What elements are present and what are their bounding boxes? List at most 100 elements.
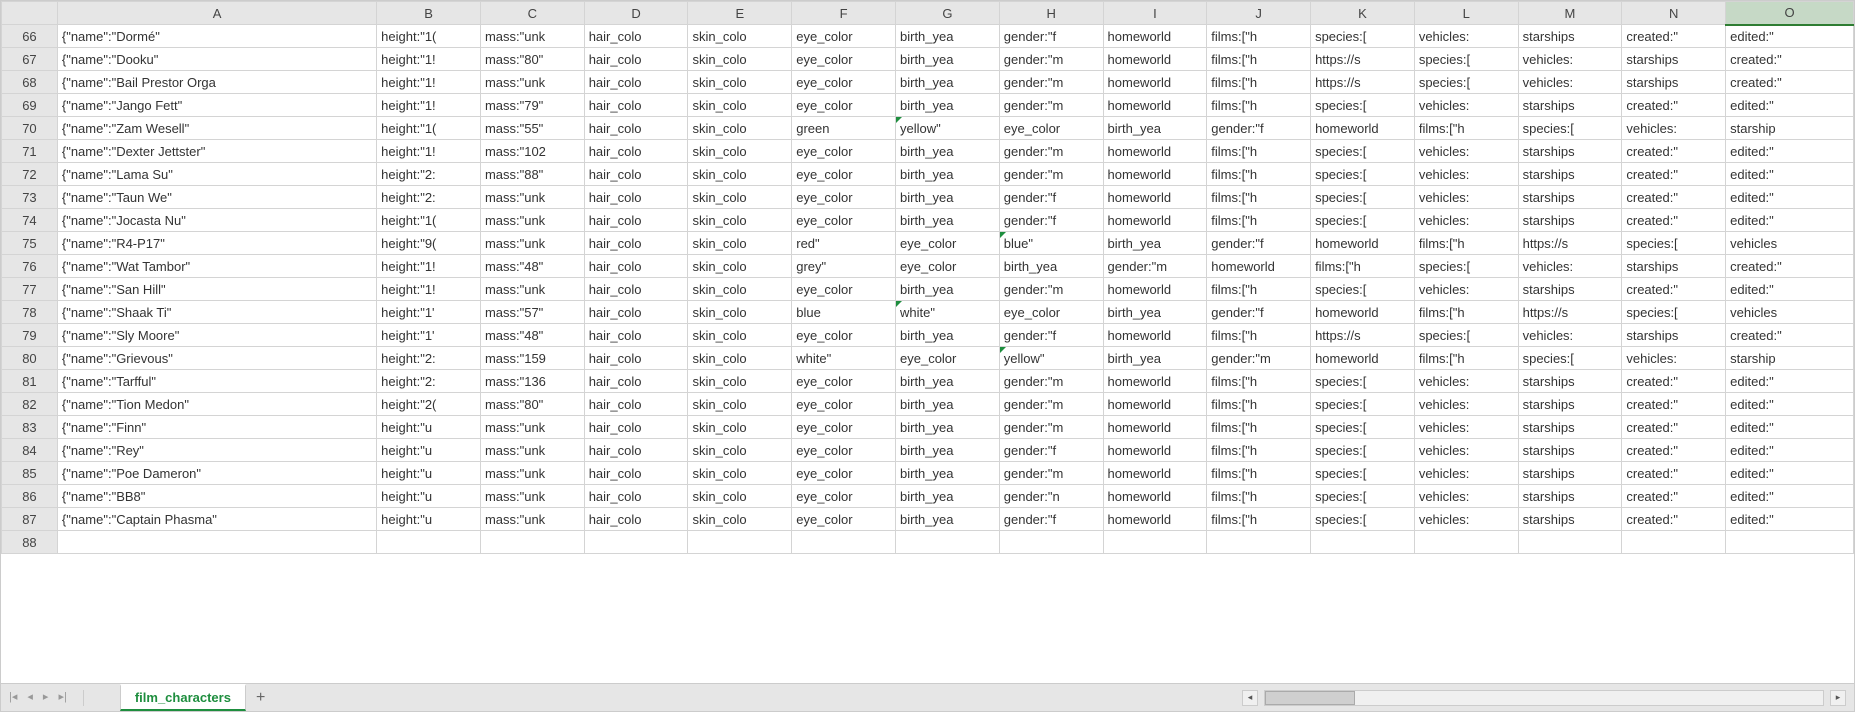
cell-A72[interactable]: {"name":"Lama Su" <box>57 163 376 186</box>
cell-D83[interactable]: hair_colo <box>584 416 688 439</box>
cell-B70[interactable]: height:"1( <box>377 117 481 140</box>
cell-D82[interactable]: hair_colo <box>584 393 688 416</box>
cell-H71[interactable]: gender:"m <box>999 140 1103 163</box>
col-header-G[interactable]: G <box>896 2 1000 25</box>
sheet-nav-first-icon[interactable]: |◂ <box>9 690 17 706</box>
cell-K83[interactable]: species:[ <box>1311 416 1415 439</box>
cell-G86[interactable]: birth_yea <box>896 485 1000 508</box>
cell-E75[interactable]: skin_colo <box>688 232 792 255</box>
cell-J78[interactable]: gender:"f <box>1207 301 1311 324</box>
cell-M88[interactable] <box>1518 531 1622 554</box>
row-header[interactable]: 74 <box>2 209 58 232</box>
cell-N88[interactable] <box>1622 531 1726 554</box>
cell-L73[interactable]: vehicles: <box>1414 186 1518 209</box>
cell-O68[interactable]: created:" <box>1726 71 1854 94</box>
cell-I72[interactable]: homeworld <box>1103 163 1207 186</box>
cell-O74[interactable]: edited:" <box>1726 209 1854 232</box>
cell-N80[interactable]: vehicles: <box>1622 347 1726 370</box>
cell-O87[interactable]: edited:" <box>1726 508 1854 531</box>
cell-E73[interactable]: skin_colo <box>688 186 792 209</box>
cell-B74[interactable]: height:"1( <box>377 209 481 232</box>
cell-L86[interactable]: vehicles: <box>1414 485 1518 508</box>
cell-C74[interactable]: mass:"unk <box>480 209 584 232</box>
cell-C83[interactable]: mass:"unk <box>480 416 584 439</box>
cell-G87[interactable]: birth_yea <box>896 508 1000 531</box>
cell-D69[interactable]: hair_colo <box>584 94 688 117</box>
cell-M85[interactable]: starships <box>1518 462 1622 485</box>
cell-G74[interactable]: birth_yea <box>896 209 1000 232</box>
cell-G71[interactable]: birth_yea <box>896 140 1000 163</box>
cell-M81[interactable]: starships <box>1518 370 1622 393</box>
cell-A77[interactable]: {"name":"San Hill" <box>57 278 376 301</box>
cell-O76[interactable]: created:" <box>1726 255 1854 278</box>
cell-J79[interactable]: films:["h <box>1207 324 1311 347</box>
cell-A74[interactable]: {"name":"Jocasta Nu" <box>57 209 376 232</box>
cell-D72[interactable]: hair_colo <box>584 163 688 186</box>
cell-F72[interactable]: eye_color <box>792 163 896 186</box>
col-header-L[interactable]: L <box>1414 2 1518 25</box>
cell-A76[interactable]: {"name":"Wat Tambor" <box>57 255 376 278</box>
cell-A88[interactable] <box>57 531 376 554</box>
col-header-O[interactable]: O <box>1726 2 1854 25</box>
cell-J86[interactable]: films:["h <box>1207 485 1311 508</box>
cell-N76[interactable]: starships <box>1622 255 1726 278</box>
cell-F67[interactable]: eye_color <box>792 48 896 71</box>
cell-K85[interactable]: species:[ <box>1311 462 1415 485</box>
row-header[interactable]: 86 <box>2 485 58 508</box>
row-header[interactable]: 66 <box>2 25 58 48</box>
cell-C68[interactable]: mass:"unk <box>480 71 584 94</box>
cell-O66[interactable]: edited:" <box>1726 25 1854 48</box>
cell-O75[interactable]: vehicles <box>1726 232 1854 255</box>
row-header[interactable]: 84 <box>2 439 58 462</box>
cell-L78[interactable]: films:["h <box>1414 301 1518 324</box>
cell-M75[interactable]: https://s <box>1518 232 1622 255</box>
cell-D67[interactable]: hair_colo <box>584 48 688 71</box>
select-all-corner[interactable] <box>2 2 58 25</box>
cell-L83[interactable]: vehicles: <box>1414 416 1518 439</box>
cell-L85[interactable]: vehicles: <box>1414 462 1518 485</box>
cell-G69[interactable]: birth_yea <box>896 94 1000 117</box>
cell-J75[interactable]: gender:"f <box>1207 232 1311 255</box>
cell-I66[interactable]: homeworld <box>1103 25 1207 48</box>
row-header[interactable]: 87 <box>2 508 58 531</box>
cell-N66[interactable]: created:" <box>1622 25 1726 48</box>
cell-M66[interactable]: starships <box>1518 25 1622 48</box>
cell-H68[interactable]: gender:"m <box>999 71 1103 94</box>
cell-D70[interactable]: hair_colo <box>584 117 688 140</box>
cell-D87[interactable]: hair_colo <box>584 508 688 531</box>
row-header[interactable]: 85 <box>2 462 58 485</box>
sheet-nav-prev-icon[interactable]: ◂ <box>27 690 33 706</box>
cell-H72[interactable]: gender:"m <box>999 163 1103 186</box>
cell-D86[interactable]: hair_colo <box>584 485 688 508</box>
cell-I81[interactable]: homeworld <box>1103 370 1207 393</box>
cell-L66[interactable]: vehicles: <box>1414 25 1518 48</box>
cell-L79[interactable]: species:[ <box>1414 324 1518 347</box>
cell-B87[interactable]: height:"u <box>377 508 481 531</box>
cell-A68[interactable]: {"name":"Bail Prestor Orga <box>57 71 376 94</box>
cell-J85[interactable]: films:["h <box>1207 462 1311 485</box>
cell-K70[interactable]: homeworld <box>1311 117 1415 140</box>
cell-M86[interactable]: starships <box>1518 485 1622 508</box>
cell-O67[interactable]: created:" <box>1726 48 1854 71</box>
cell-A73[interactable]: {"name":"Taun We" <box>57 186 376 209</box>
cell-A82[interactable]: {"name":"Tion Medon" <box>57 393 376 416</box>
cell-M83[interactable]: starships <box>1518 416 1622 439</box>
cell-H84[interactable]: gender:"f <box>999 439 1103 462</box>
cell-J67[interactable]: films:["h <box>1207 48 1311 71</box>
col-header-N[interactable]: N <box>1622 2 1726 25</box>
cell-D79[interactable]: hair_colo <box>584 324 688 347</box>
cell-F73[interactable]: eye_color <box>792 186 896 209</box>
cell-A85[interactable]: {"name":"Poe Dameron" <box>57 462 376 485</box>
spreadsheet-grid[interactable]: A B C D E F G H I J K L M N O 66{"name <box>1 1 1854 554</box>
cell-F74[interactable]: eye_color <box>792 209 896 232</box>
cell-A79[interactable]: {"name":"Sly Moore" <box>57 324 376 347</box>
cell-D76[interactable]: hair_colo <box>584 255 688 278</box>
cell-A84[interactable]: {"name":"Rey" <box>57 439 376 462</box>
row-header[interactable]: 72 <box>2 163 58 186</box>
cell-E84[interactable]: skin_colo <box>688 439 792 462</box>
cell-I87[interactable]: homeworld <box>1103 508 1207 531</box>
cell-E86[interactable]: skin_colo <box>688 485 792 508</box>
cell-B82[interactable]: height:"2( <box>377 393 481 416</box>
cell-E68[interactable]: skin_colo <box>688 71 792 94</box>
cell-H73[interactable]: gender:"f <box>999 186 1103 209</box>
